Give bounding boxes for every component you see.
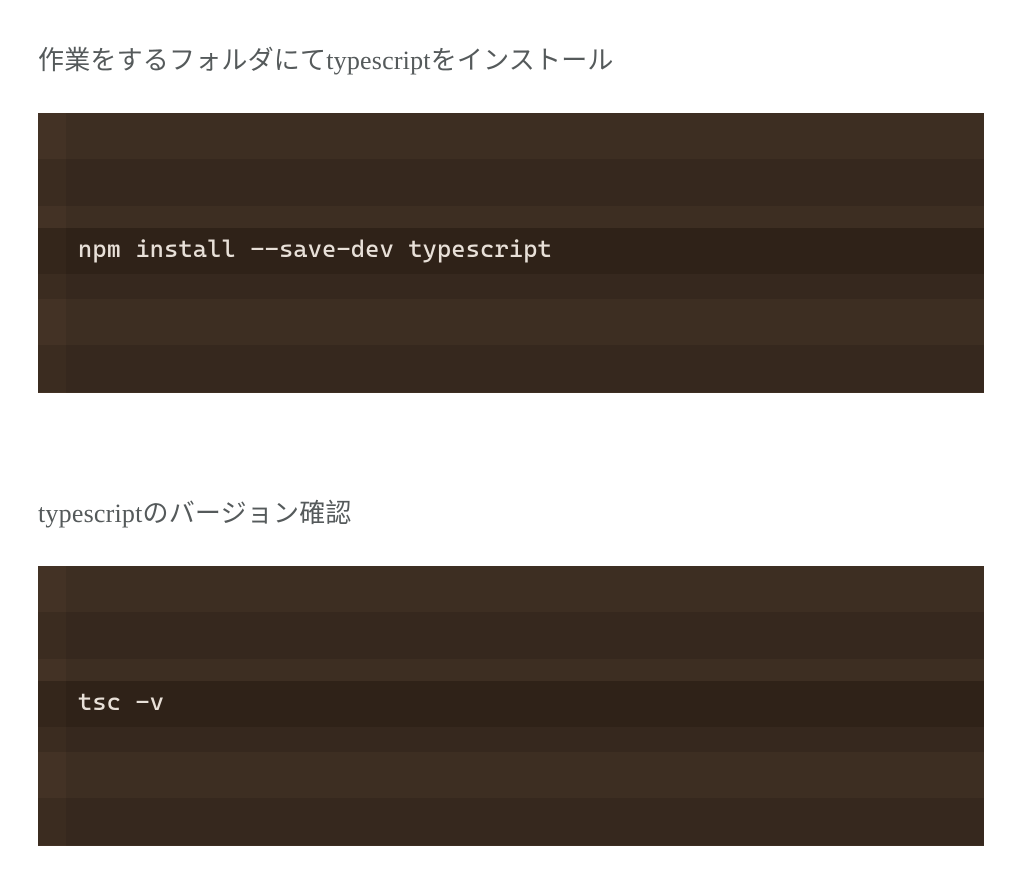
heading-install: 作業をするフォルダにてtypescriptをインストール [38, 40, 984, 77]
code-gutter-highlight [38, 681, 66, 727]
code-block-install[interactable]: npm install --save-dev typescript [38, 113, 984, 393]
code-line-highlight [66, 681, 984, 727]
code-gutter-highlight [38, 228, 66, 274]
code-block-version[interactable]: tsc -v [38, 566, 984, 846]
heading-version: typescriptのバージョン確認 [38, 493, 984, 530]
code-content-version: tsc -v [78, 688, 164, 716]
section-version: typescriptのバージョン確認 tsc -v [38, 493, 984, 846]
code-content-install: npm install --save-dev typescript [78, 235, 552, 263]
section-install: 作業をするフォルダにてtypescriptをインストール npm install… [38, 40, 984, 393]
